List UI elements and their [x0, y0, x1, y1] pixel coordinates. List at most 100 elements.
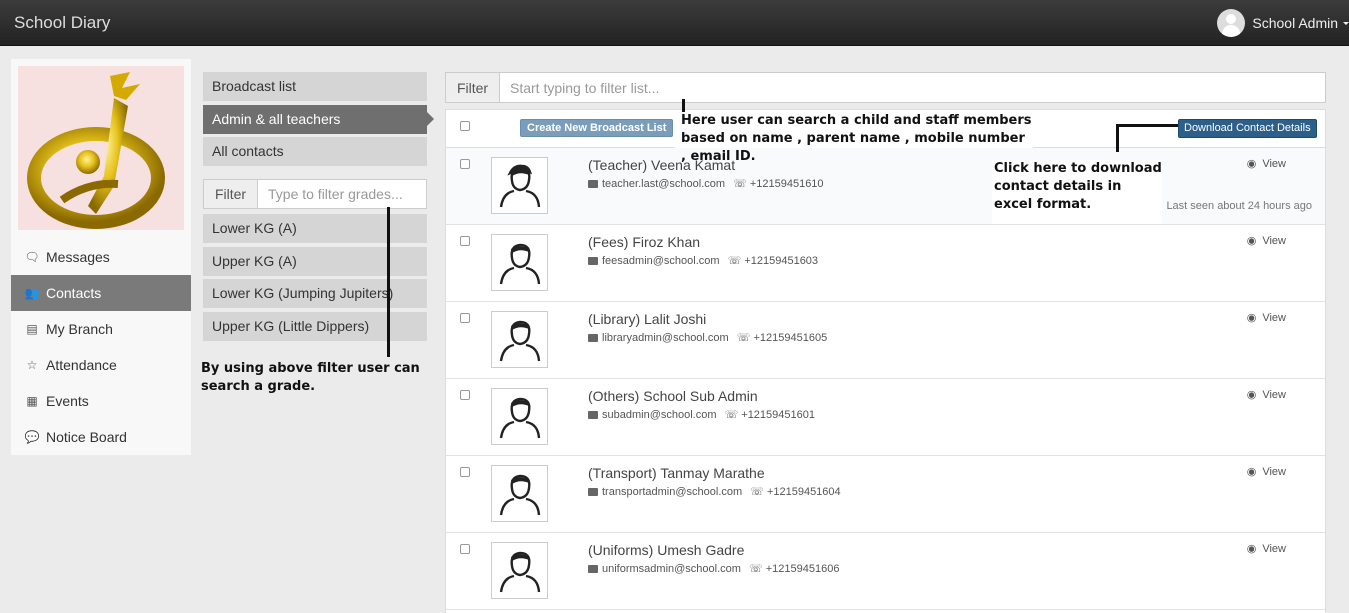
user-avatar-icon — [1217, 9, 1246, 37]
contact-avatar — [491, 234, 548, 291]
view-label: View — [1262, 157, 1286, 170]
contact-phone: +12159451604 — [766, 485, 841, 498]
sidebar: 🗨 Messages 👥 Contacts ▤ My Branch ☆ Atte… — [11, 59, 191, 455]
eye-icon: ◉ — [1246, 158, 1257, 170]
contact-row[interactable]: (Fees) Firoz Khan feesadmin@school.com ☏… — [446, 225, 1325, 302]
contact-filter-input[interactable] — [500, 73, 1325, 102]
download-contact-details-button[interactable]: Download Contact Details — [1178, 119, 1317, 138]
sidebar-item-events[interactable]: ▦ Events — [11, 383, 191, 419]
calendar-icon: ▦ — [26, 394, 38, 408]
contact-info: feesadmin@school.com ☏ +12159451603 — [588, 254, 818, 267]
contact-checkbox[interactable] — [460, 467, 470, 477]
sidebar-item-my-branch[interactable]: ▤ My Branch — [11, 311, 191, 347]
sidebar-item-notice-board[interactable]: 💬 Notice Board — [11, 419, 191, 455]
contact-name: (Uniforms) Umesh Gadre — [588, 542, 745, 558]
chevron-down-icon — [1343, 21, 1349, 25]
contact-email: libraryadmin@school.com — [602, 331, 729, 344]
contact-checkbox[interactable] — [460, 390, 470, 400]
contact-info: teacher.last@school.com ☏ +12159451610 — [588, 177, 824, 190]
contact-phone: +12159451603 — [744, 254, 819, 267]
view-label: View — [1262, 311, 1286, 324]
messages-icon: 🗨 — [24, 250, 40, 264]
download-note-pointer — [1116, 124, 1178, 127]
eye-icon: ◉ — [1246, 235, 1257, 247]
view-label: View — [1262, 234, 1286, 247]
sidebar-item-attendance[interactable]: ☆ Attendance — [11, 347, 191, 383]
grade-note-pointer — [387, 207, 390, 357]
eye-icon: ◉ — [1246, 543, 1257, 555]
contact-email: subadmin@school.com — [602, 408, 717, 421]
contact-filter-label: Filter — [446, 73, 500, 102]
user-menu[interactable]: School Admin — [1217, 9, 1349, 37]
app-title[interactable]: School Diary — [14, 13, 110, 33]
view-contact-link[interactable]: ◉ View — [1246, 311, 1286, 325]
envelope-icon — [588, 179, 598, 188]
contact-phone: +12159451605 — [753, 331, 828, 344]
school-logo — [18, 66, 184, 230]
last-seen-text: Last seen about 24 hours ago — [1166, 200, 1312, 212]
contact-phone: +12159451606 — [765, 562, 840, 575]
sidebar-item-label: My Branch — [46, 321, 113, 337]
contact-row[interactable]: (Transport) Tanmay Marathe transportadmi… — [446, 456, 1325, 533]
grade-item-upper-kg-little-dippers[interactable]: Upper KG (Little Dippers) — [203, 312, 427, 341]
envelope-icon — [588, 333, 598, 342]
users-icon: 👥 — [24, 286, 40, 300]
phone-icon: ☏ — [724, 409, 739, 421]
phone-icon: ☏ — [736, 332, 751, 344]
contact-info: subadmin@school.com ☏ +12159451601 — [588, 408, 815, 421]
eye-icon: ◉ — [1246, 466, 1257, 478]
download-note: Click here to download contact details i… — [992, 160, 1162, 224]
grade-item-upper-kg-a[interactable]: Upper KG (A) — [203, 247, 427, 276]
contact-avatar — [491, 157, 548, 214]
contact-name: (Fees) Firoz Khan — [588, 234, 701, 250]
list-item-broadcast-list[interactable]: Broadcast list — [203, 72, 427, 101]
view-contact-link[interactable]: ◉ View — [1246, 234, 1286, 248]
contact-checkbox[interactable] — [460, 544, 470, 554]
view-contact-link[interactable]: ◉ View — [1246, 465, 1286, 479]
top-navbar: School Diary School Admin — [0, 0, 1349, 46]
eye-icon: ◉ — [1246, 312, 1257, 324]
contact-row[interactable]: (Uniforms) Umesh Gadre uniformsadmin@sch… — [446, 533, 1325, 610]
contact-checkbox[interactable] — [460, 313, 470, 323]
create-broadcast-list-button[interactable]: Create New Broadcast List — [520, 119, 674, 137]
comment-icon: 💬 — [24, 430, 40, 444]
sidebar-item-label: Notice Board — [46, 429, 127, 445]
select-all-checkbox[interactable] — [460, 121, 470, 131]
contact-row[interactable]: (Others) School Sub Admin subadmin@schoo… — [446, 379, 1325, 456]
view-contact-link[interactable]: ◉ View — [1246, 157, 1286, 171]
contact-name: (Library) Lalit Joshi — [588, 311, 707, 327]
contact-row[interactable]: (Library) Lalit Joshi libraryadmin@schoo… — [446, 302, 1325, 379]
grade-item-lower-kg-jumping-jupiters[interactable]: Lower KG (Jumping Jupiters) — [203, 279, 427, 308]
contact-avatar — [491, 542, 548, 599]
grade-item-lower-kg-a[interactable]: Lower KG (A) — [203, 214, 427, 243]
contact-email: transportadmin@school.com — [602, 485, 743, 498]
contact-row[interactable]: (Teacher) Veena Kamat teacher.last@schoo… — [446, 148, 1325, 225]
phone-icon: ☏ — [727, 255, 742, 267]
phone-icon: ☏ — [733, 178, 747, 190]
grade-filter-input[interactable] — [258, 180, 426, 208]
list-item-admin-all-teachers[interactable]: Admin & all teachers — [203, 105, 434, 134]
contacts-panel: Create New Broadcast List Download Conta… — [445, 109, 1326, 613]
contact-phone: +12159451610 — [749, 177, 824, 190]
contact-info: libraryadmin@school.com ☏ +12159451605 — [588, 331, 827, 344]
contact-name: (Others) School Sub Admin — [588, 388, 758, 404]
envelope-icon — [588, 410, 598, 419]
list-item-all-contacts[interactable]: All contacts — [203, 137, 427, 166]
view-label: View — [1262, 388, 1286, 401]
sidebar-item-messages[interactable]: 🗨 Messages — [11, 239, 191, 275]
search-note: Here user can search a child and staff m… — [675, 112, 1033, 164]
user-name: School Admin — [1252, 15, 1338, 31]
contact-avatar — [491, 388, 548, 445]
sidebar-item-label: Contacts — [46, 285, 102, 301]
view-contact-link[interactable]: ◉ View — [1246, 542, 1286, 556]
view-contact-link[interactable]: ◉ View — [1246, 388, 1286, 402]
sidebar-item-contacts[interactable]: 👥 Contacts — [11, 275, 191, 311]
contact-checkbox[interactable] — [460, 236, 470, 246]
contact-avatar — [491, 465, 548, 522]
grade-filter: Filter — [203, 179, 427, 209]
eye-icon: ◉ — [1246, 389, 1257, 401]
contact-checkbox[interactable] — [460, 159, 470, 169]
search-note-pointer — [682, 99, 685, 112]
contact-email: feesadmin@school.com — [602, 254, 720, 267]
download-note-pointer-stem — [1116, 124, 1119, 152]
